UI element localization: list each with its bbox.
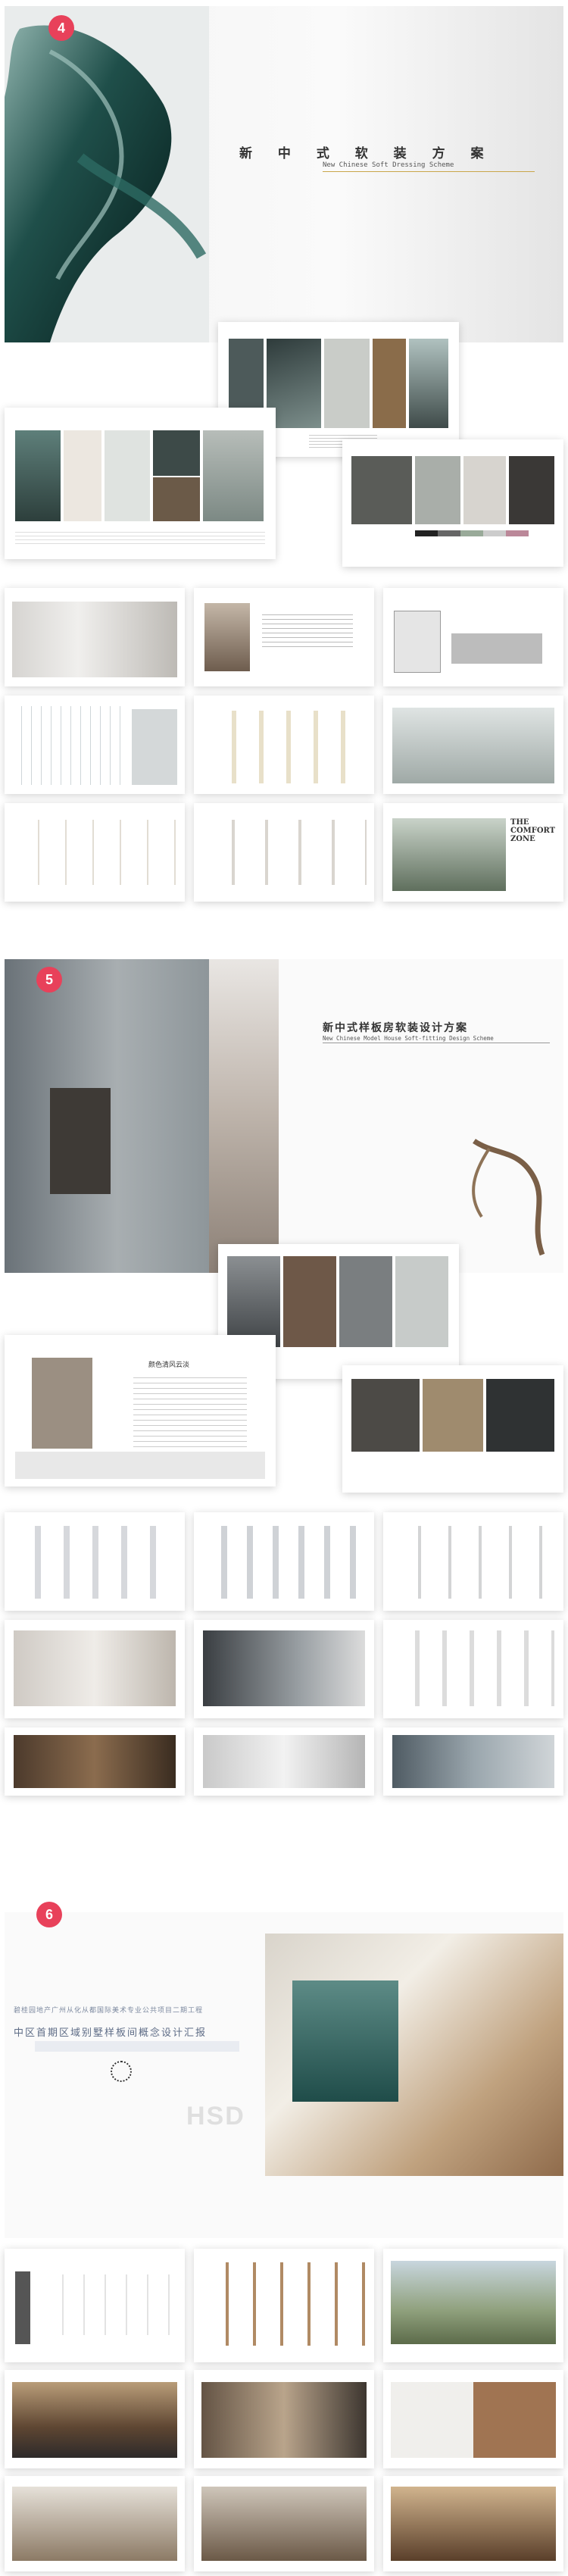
slide-wood-panel <box>383 2370 563 2468</box>
slide-wardrobe <box>5 1727 185 1796</box>
slide-living-area <box>5 2476 185 2571</box>
section-6-project-name: 碧桂园地产广州从化从都国际美术专业公共项目二期工程 <box>14 2007 204 2015</box>
section-4: 新 中 式 软 装 方 案 New Chinese Soft Dressing … <box>0 0 568 909</box>
slide-furniture-layout <box>194 696 374 794</box>
slide-study-room <box>194 1727 374 1796</box>
slide-lounge <box>194 2370 374 2468</box>
section-5-subtitle: New Chinese Model House Soft-fitting Des… <box>323 1035 494 1042</box>
slide-courtyard <box>5 2370 185 2468</box>
logo-mark <box>111 2061 132 2082</box>
title-underline <box>323 171 535 172</box>
section-5: 新中式样板房软装设计方案 New Chinese Model House Sof… <box>0 939 568 1796</box>
slide-floor-plan <box>5 696 185 794</box>
section-6-badge: 6 <box>36 1902 62 1927</box>
section-4-cover-slide: 新 中 式 软 装 方 案 New Chinese Soft Dressing … <box>5 6 563 342</box>
slide-child-room <box>383 1727 563 1796</box>
section-4-badge: 4 <box>48 15 74 41</box>
slide-furniture-list-2 <box>194 803 374 902</box>
slide-contents <box>5 2249 185 2362</box>
slide-living-elevation <box>383 588 563 686</box>
slide-storage-furniture <box>383 1512 563 1611</box>
slide-comfort-zone: THE COMFORT ZONE <box>383 803 563 902</box>
watermark: HSD <box>186 2102 245 2131</box>
slide-kitchen <box>5 588 185 686</box>
slide-dining-room <box>5 1620 185 1718</box>
section-5-badge: 5 <box>36 967 62 993</box>
section-6-cover-slide: 碧桂园地产广州从化从都国际美术专业公共项目二期工程 中区首期区域别墅样板间概念设… <box>5 1912 563 2238</box>
silk-drape-image <box>5 6 209 342</box>
slide-villa-exterior <box>383 2249 563 2362</box>
branch-sculpture-image <box>472 1139 545 1256</box>
comfort-zone-label: THE COMFORT ZONE <box>510 818 556 843</box>
crane-painting-image <box>209 959 279 1273</box>
section-5-cover-slide: 新中式样板房软装设计方案 New Chinese Model House Sof… <box>5 959 563 1273</box>
slide-guest-bedroom <box>383 1620 563 1718</box>
section-6: 碧桂园地产广州从化从都国际美术专业公共项目二期工程 中区首期区域别墅样板间概念设… <box>0 1864 568 2576</box>
slide-master-bedroom <box>194 1620 374 1718</box>
slide-tea-room <box>194 2476 374 2571</box>
slide-portrait-text <box>194 588 374 686</box>
slide-furniture-selection <box>194 2249 374 2362</box>
slide-dining-furniture <box>194 1512 374 1611</box>
section-5-title: 新中式样板房软装设计方案 <box>323 1022 468 1034</box>
slide-dining-hall <box>383 2476 563 2571</box>
section-6-title: 中区首期区域别墅样板间概念设计汇报 <box>14 2027 208 2039</box>
slide-style-images <box>5 408 276 559</box>
color-story-text: 颜色清风云淡 <box>148 1361 190 1369</box>
slide-living-room <box>383 696 563 794</box>
slide-color-story: 颜色清风云淡 <box>5 1335 276 1487</box>
slide-bedroom-furniture <box>5 1512 185 1611</box>
slide-furniture-list-1 <box>5 803 185 902</box>
section-4-subtitle: New Chinese Soft Dressing Scheme <box>323 161 454 169</box>
slide-accessories <box>342 439 563 567</box>
section-4-title: 新 中 式 软 装 方 案 <box>239 146 495 161</box>
slide-lifestyle-images <box>342 1365 563 1493</box>
